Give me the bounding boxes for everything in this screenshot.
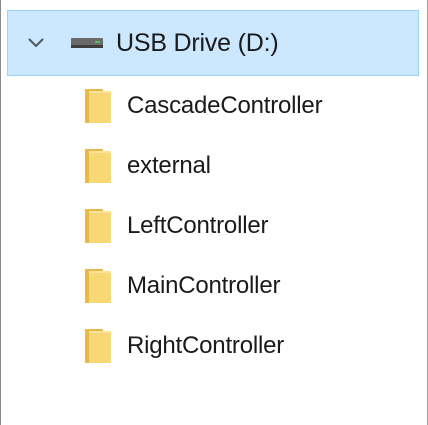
tree-item-folder[interactable]: LeftController bbox=[1, 196, 427, 256]
tree-item-folder[interactable]: external bbox=[1, 136, 427, 196]
folder-label: MainController bbox=[127, 272, 281, 299]
folder-label: external bbox=[127, 152, 211, 179]
tree-item-usb-drive[interactable]: USB Drive (D:) bbox=[7, 10, 419, 76]
folder-tree: USB Drive (D:) CascadeController externa… bbox=[1, 10, 427, 376]
tree-item-folder[interactable]: MainController bbox=[1, 256, 427, 316]
folder-label: CascadeController bbox=[127, 92, 323, 119]
folder-label: LeftController bbox=[127, 212, 269, 239]
folder-label: RightController bbox=[127, 332, 285, 359]
folder-icon bbox=[83, 87, 113, 125]
drive-icon bbox=[70, 31, 104, 55]
navigation-pane: USB Drive (D:) CascadeController externa… bbox=[0, 0, 428, 425]
folder-icon bbox=[83, 327, 113, 365]
chevron-down-icon[interactable] bbox=[24, 31, 48, 55]
folder-icon bbox=[83, 267, 113, 305]
drive-label: USB Drive (D:) bbox=[116, 29, 279, 57]
tree-item-folder[interactable]: RightController bbox=[1, 316, 427, 376]
tree-item-folder[interactable]: CascadeController bbox=[1, 76, 427, 136]
folder-icon bbox=[83, 147, 113, 185]
folder-icon bbox=[83, 207, 113, 245]
